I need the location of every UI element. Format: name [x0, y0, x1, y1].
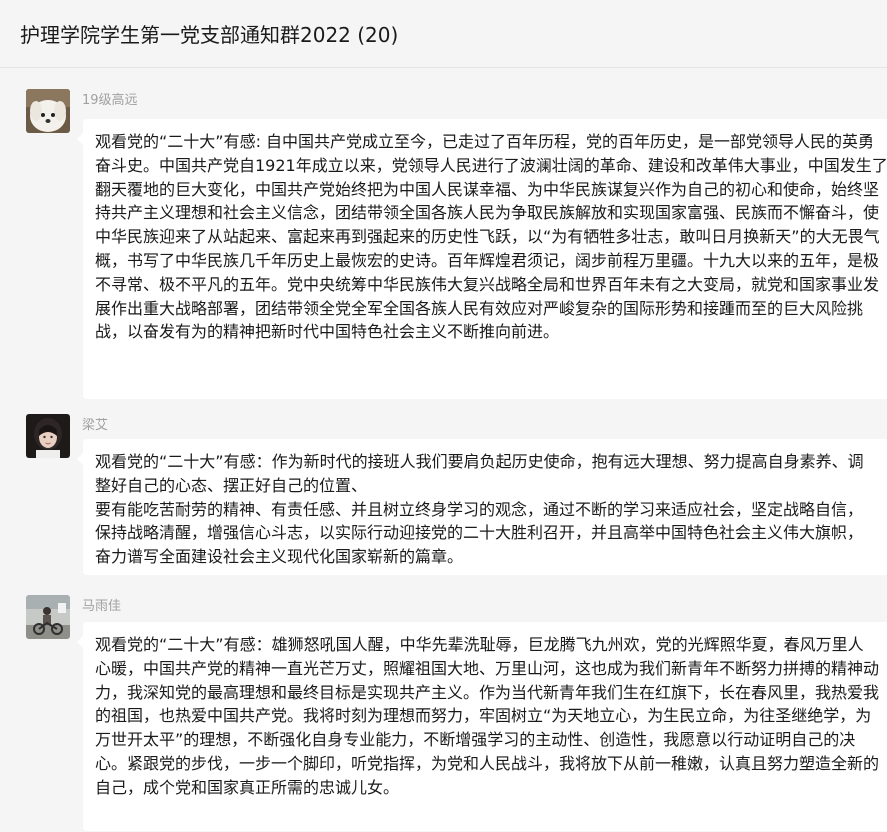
- message-item: 梁艾 观看党的“二十大”有感：作为新时代的接班人我们要肩负起历史使命，抱有远大理…: [26, 414, 887, 584]
- sender-name[interactable]: 马雨佳: [82, 595, 121, 614]
- message-bubble[interactable]: 观看党的“二十大”有感: 自中国共产党成立至今，已走过了百年历程，党的百年历史，…: [77, 119, 887, 399]
- message-bubble[interactable]: 观看党的“二十大”有感：雄狮怒吼国人醒，中华先辈洗耻辱，巨龙腾飞九州欢，党的光辉…: [77, 622, 887, 831]
- group-title: 护理学院学生第一党支部通知群2022 (20): [20, 23, 399, 47]
- white-dog-avatar[interactable]: [26, 89, 70, 133]
- message-item: 19级高远 观看党的“二十大”有感: 自中国共产党成立至今，已走过了百年历程，党…: [26, 89, 887, 399]
- message-list[interactable]: 19级高远 观看党的“二十大”有感: 自中国共产党成立至今，已走过了百年历程，党…: [0, 69, 887, 832]
- chat-header: 护理学院学生第一党支部通知群2022 (20): [0, 0, 887, 68]
- message-item: 马雨佳 观看党的“二十大”有感：雄狮怒吼国人醒，中华先辈洗耻辱，巨龙腾飞九州欢，…: [26, 595, 887, 831]
- sender-name[interactable]: 19级高远: [82, 89, 138, 108]
- message-bubble[interactable]: 观看党的“二十大”有感：作为新时代的接班人我们要肩负起历史使命，抱有远大理想、努…: [77, 439, 887, 575]
- sender-name[interactable]: 梁艾: [82, 414, 108, 433]
- girl-portrait-avatar[interactable]: [26, 414, 70, 458]
- person-riding-avatar[interactable]: [26, 595, 70, 639]
